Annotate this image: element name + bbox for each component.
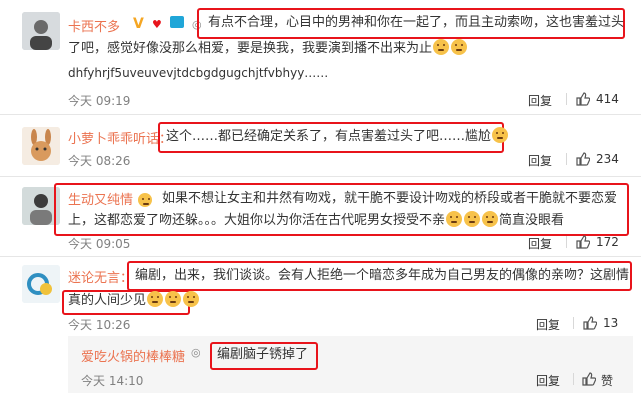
username[interactable]: 小萝卜乖乖听话：	[68, 128, 172, 147]
like-count: 172	[596, 235, 619, 249]
heart-badge-icon: ♥	[151, 18, 162, 31]
comment-item: 迷论无言： 编剧，出来，我们谈谈。会有人拒绝一个暗恋多年成为自己男友的偶像的亲吻…	[0, 257, 641, 335]
comment-text-line: 了吧，感觉好像没那么相爱，要是换我，我要演到播不出来为止	[68, 41, 433, 56]
comment-text-line: 这个……都已经确定关系了，有点害羞过头了吧……尴尬	[166, 129, 492, 144]
emoji-icon	[492, 127, 509, 143]
divider	[566, 236, 567, 248]
reply-button[interactable]: 回复	[528, 235, 552, 252]
divider	[566, 153, 567, 165]
reply-button[interactable]: 回复	[528, 92, 552, 109]
emoji-icon	[183, 291, 200, 307]
emoji-icon	[433, 39, 450, 55]
camera-badge-icon	[169, 16, 184, 28]
avatar[interactable]	[22, 265, 60, 303]
comment-text-line: 有点不合理，心目中的男神和你在一起了，而且主动索吻，这也害羞过头	[208, 15, 625, 30]
comment-item: 小萝卜乖乖听话： 这个……都已经确定关系了，有点害羞过头了吧……尴尬 今天 08…	[0, 115, 641, 175]
reply-button[interactable]: 回复	[536, 372, 560, 389]
like-button-label[interactable]: 赞	[601, 372, 613, 389]
comment-text-line: 上，这都恋爱了吻还躲。。。大姐你以为你活在古代呢男女授受不亲	[68, 213, 446, 228]
comment-text: dhfyhrjf5uveuvevjtdcbgdgugchjtfvbhyy……	[68, 66, 329, 80]
user-badges: V ♥ ◎	[130, 14, 202, 33]
avatar[interactable]	[22, 127, 60, 165]
emoji-icon	[147, 291, 164, 307]
comment-text: 了吧，感觉好像没那么相爱，要是换我，我要演到播不出来为止	[68, 38, 628, 60]
comment-text: 如果不想让女主和井然有吻戏，就干脆不要设计吻戏的桥段或者干脆就不要恋爱	[162, 191, 618, 206]
thumbs-up-icon[interactable]	[583, 315, 598, 330]
comment-text-line: 真的人间少见	[68, 293, 147, 308]
like-count: 234	[596, 152, 619, 166]
emoji-icon	[464, 211, 481, 227]
comment-text: 上，这都恋爱了吻还躲。。。大姐你以为你活在古代呢男女授受不亲 简直没眼看	[68, 210, 628, 232]
comment-text: 编剧，出来，我们谈谈。会有人拒绝一个暗恋多年成为自己男友的偶像的亲吻？这剧情	[135, 268, 630, 283]
like-count: 13	[603, 316, 619, 330]
thumbs-up-icon[interactable]	[576, 91, 591, 106]
timestamp: 今天 08:26	[68, 154, 131, 168]
verified-v-icon: V	[133, 16, 144, 32]
reply-button[interactable]: 回复	[528, 152, 552, 169]
like-count: 414	[596, 92, 619, 106]
thumbs-up-icon[interactable]	[582, 371, 597, 386]
emoji-icon	[482, 211, 499, 227]
timestamp: 今天 09:05	[68, 237, 131, 251]
ring-badge-icon: ◎	[191, 346, 201, 359]
comment-text: 有点不合理，心目中的男神和你在一起了，而且主动索吻，这也害羞过头	[208, 12, 628, 34]
emoji-icon	[451, 39, 468, 55]
thumbs-up-icon[interactable]	[576, 234, 591, 249]
comment-text: 这个……都已经确定关系了，有点害羞过头了吧……尴尬	[166, 126, 509, 148]
timestamp: 今天 14:10	[81, 374, 144, 388]
username[interactable]: 爱吃火锅的棒棒糖	[81, 346, 185, 365]
comment-text: 真的人间少见	[68, 290, 200, 312]
divider	[573, 373, 574, 385]
username[interactable]: 迷论无言：	[68, 267, 133, 286]
emoji-icon	[446, 211, 463, 227]
thumbs-up-icon[interactable]	[576, 151, 591, 166]
comment-item: 生动又纯情 如果不想让女主和井然有吻戏，就干脆不要设计吻戏的桥段或者干脆就不要恋…	[0, 177, 641, 255]
timestamp: 今天 10:26	[68, 318, 131, 332]
comment-text-line: 简直没眼看	[499, 213, 565, 228]
reply-button[interactable]: 回复	[536, 316, 560, 333]
timestamp: 今天 09:19	[68, 94, 131, 108]
emoji-icon	[165, 291, 182, 307]
sub-reply: 爱吃火锅的棒棒糖 ◎ 编剧脑子锈掉了 今天 14:10 回复 赞	[68, 336, 633, 393]
avatar[interactable]	[22, 12, 60, 50]
comment-text: 编剧脑子锈掉了	[217, 347, 309, 362]
divider	[566, 93, 567, 105]
username[interactable]: 卡西不多	[68, 16, 120, 35]
divider	[573, 317, 574, 329]
comment-item: 卡西不多 V ♥ ◎ 有点不合理，心目中的男神和你在一起了，而且主动索吻，这也害…	[0, 0, 641, 112]
